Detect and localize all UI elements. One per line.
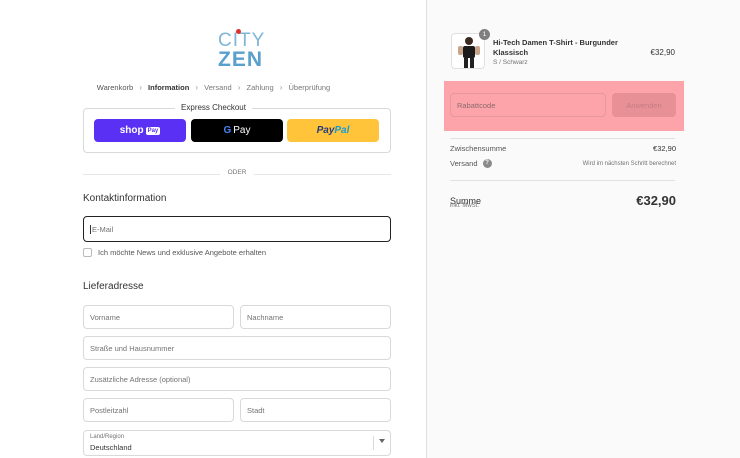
or-divider-label: ODER (219, 169, 255, 176)
total-value: €32,90 (636, 193, 676, 208)
text-caret (90, 224, 91, 234)
select-divider (373, 436, 374, 450)
product-price: €32,90 (650, 48, 675, 57)
product-name: Hi-Tech Damen T-Shirt - Burgunder Klassi… (493, 38, 618, 57)
discount-placeholder: Rabattcode (457, 100, 496, 110)
shop-pay-box: Pay (145, 126, 161, 135)
city-zen-logo[interactable]: CITY ZEN (218, 29, 264, 71)
contact-heading: Kontaktinformation (83, 193, 167, 204)
summary-divider (450, 180, 675, 181)
last-name-placeholder: Nachname (247, 312, 284, 322)
google-g-icon: G (223, 125, 232, 136)
quantity-badge: 1 (479, 29, 490, 40)
breadcrumb-review: Überprüfung (288, 82, 331, 92)
chevron-right-icon: › (195, 82, 199, 92)
tshirt-model-icon (458, 37, 480, 68)
product-variant: S / Schwarz (493, 59, 528, 66)
discount-code-input[interactable]: Rabattcode (450, 93, 606, 117)
address2-placeholder: Zusätzliche Adresse (optional) (90, 374, 191, 384)
last-name-field[interactable]: Nachname (240, 305, 391, 329)
subtotal-value: €32,90 (653, 144, 676, 153)
country-select[interactable]: Land/Region Deutschland (83, 430, 391, 456)
paypal-label-part1: Pay (316, 125, 335, 136)
question-icon[interactable]: ? (482, 159, 492, 168)
zip-placeholder: Postleitzahl (90, 405, 129, 415)
zip-field[interactable]: Postleitzahl (83, 398, 234, 422)
shop-pay-button[interactable]: shop Pay (94, 119, 186, 142)
country-label: Land/Region (90, 434, 125, 440)
summary-divider (450, 138, 675, 139)
logo-line2: ZEN (218, 48, 263, 71)
shipping-label-text: Versand (450, 159, 478, 168)
shipping-cost-label: Versand? (450, 159, 492, 168)
breadcrumb-payment: Zahlung (246, 82, 274, 92)
paypal-button[interactable]: Pay Pal (287, 119, 379, 142)
total-row: Summe €32,90 (450, 193, 676, 208)
apply-discount-button[interactable]: Anwenden (612, 93, 676, 117)
city-field[interactable]: Stadt (240, 398, 391, 422)
express-checkout-title: Express Checkout (175, 103, 252, 112)
newsletter-label: Ich möchte News und exklusive Angebote e… (98, 248, 267, 257)
address2-field[interactable]: Zusätzliche Adresse (optional) (83, 367, 391, 391)
shipping-row: Versand? Wird im nächsten Schritt berech… (450, 159, 676, 168)
subtotal-label: Zwischensumme (450, 144, 507, 153)
checkout-main: CITY ZEN Warenkorb › Information › Versa… (0, 0, 427, 458)
breadcrumb-cart[interactable]: Warenkorb (97, 83, 133, 92)
shipping-heading: Lieferadresse (83, 281, 144, 292)
newsletter-checkbox[interactable] (83, 248, 92, 257)
tax-note: inkl. MwSt. (450, 203, 480, 209)
google-pay-label: Pay (233, 125, 251, 136)
breadcrumb-shipping: Versand (204, 82, 232, 92)
chevron-right-icon: › (237, 82, 241, 92)
chevron-down-icon (379, 439, 385, 443)
street-placeholder: Straße und Hausnummer (90, 343, 175, 353)
subtotal-row: Zwischensumme €32,90 (450, 144, 676, 153)
chevron-right-icon: › (139, 82, 142, 92)
newsletter-checkbox-row[interactable]: Ich möchte News und exklusive Angebote e… (83, 248, 266, 257)
chevron-right-icon: › (279, 82, 283, 92)
apply-label: Anwenden (626, 100, 662, 110)
logo-line1: CITY (218, 30, 266, 51)
first-name-placeholder: Vorname (90, 312, 121, 322)
country-value: Deutschland (90, 443, 132, 452)
paypal-label-part2: Pal (334, 125, 350, 136)
first-name-field[interactable]: Vorname (83, 305, 234, 329)
breadcrumb: Warenkorb › Information › Versand › Zahl… (0, 82, 427, 92)
email-placeholder: E-Mail (92, 224, 114, 234)
or-divider: ODER (83, 169, 391, 179)
breadcrumb-information: Information (148, 82, 190, 92)
email-field[interactable]: E-Mail (83, 216, 391, 242)
shipping-value: Wird im nächsten Schritt berechnet (582, 160, 676, 167)
logo-dot (236, 29, 241, 34)
google-pay-button[interactable]: G Pay (191, 119, 283, 142)
shop-pay-label: shop (119, 125, 144, 136)
street-field[interactable]: Straße und Hausnummer (83, 336, 391, 360)
city-placeholder: Stadt (247, 405, 265, 415)
